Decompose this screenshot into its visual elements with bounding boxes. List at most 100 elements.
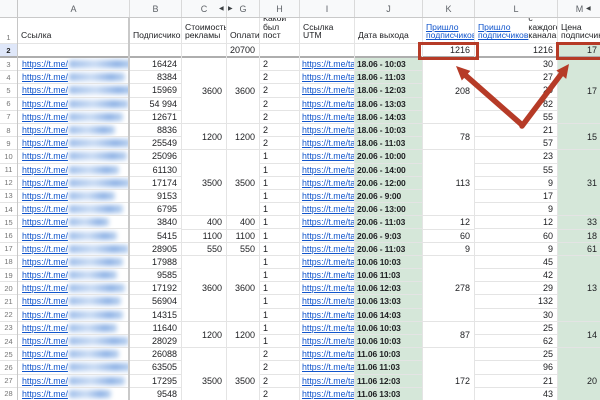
channel-link[interactable]: https://t.me/ bbox=[22, 362, 68, 372]
cell-L5[interactable]: 20 bbox=[475, 84, 557, 98]
utm-link[interactable]: https://t.me/ta bbox=[302, 217, 354, 227]
cell-L17[interactable]: 9 bbox=[475, 243, 557, 256]
channel-link[interactable]: https://t.me/ bbox=[22, 178, 68, 188]
cell-B22[interactable]: 14315 bbox=[130, 309, 181, 322]
utm-link[interactable]: https://t.me/ta bbox=[302, 151, 354, 161]
cell-J10[interactable]: 20.06 - 10:00 bbox=[355, 150, 422, 164]
cell-A17[interactable]: https://t.me/ bbox=[18, 243, 128, 256]
cell-H19[interactable]: 1 bbox=[260, 269, 299, 283]
cell-C8[interactable]: 1200 bbox=[182, 124, 226, 151]
cell-L11[interactable]: 55 bbox=[475, 164, 557, 177]
cell-I27[interactable]: https://t.me/ta bbox=[300, 375, 354, 388]
cell-H8[interactable]: 2 bbox=[260, 124, 299, 138]
cell-J19[interactable]: 10.06 11:03 bbox=[355, 269, 422, 283]
cell-L28[interactable]: 43 bbox=[475, 388, 557, 400]
cell-M17[interactable]: 61 bbox=[558, 242, 600, 256]
channel-link[interactable]: https://t.me/ bbox=[22, 191, 68, 201]
utm-link[interactable]: https://t.me/ta bbox=[302, 204, 354, 214]
cell-A3[interactable]: https://t.me/ bbox=[18, 58, 128, 72]
channel-link[interactable]: https://t.me/ bbox=[22, 376, 68, 386]
cell-I7[interactable]: https://t.me/ta bbox=[300, 111, 354, 124]
cell-M8[interactable]: 15 bbox=[558, 124, 600, 151]
cell-H25[interactable]: 2 bbox=[260, 348, 299, 362]
cell-L23[interactable]: 25 bbox=[475, 322, 557, 335]
utm-link[interactable]: https://t.me/ta bbox=[302, 323, 354, 333]
cell-I24[interactable]: https://t.me/ta bbox=[300, 335, 354, 349]
cell-I21[interactable]: https://t.me/ta bbox=[300, 295, 354, 309]
cell-A15[interactable]: https://t.me/ bbox=[18, 216, 128, 230]
cell-I19[interactable]: https://t.me/ta bbox=[300, 269, 354, 283]
row-header-8[interactable]: 8 bbox=[0, 124, 17, 138]
cell-L7[interactable]: 55 bbox=[475, 111, 557, 124]
cell-K8[interactable]: 78 bbox=[423, 124, 474, 151]
cell-I6[interactable]: https://t.me/ta bbox=[300, 98, 354, 111]
row-header-21[interactable]: 21 bbox=[0, 295, 17, 309]
header-cell-I1[interactable]: Ссылка UTM bbox=[300, 18, 354, 44]
cell-I5[interactable]: https://t.me/ta bbox=[300, 84, 354, 98]
channel-link[interactable]: https://t.me/ bbox=[22, 270, 68, 280]
cell-A24[interactable]: https://t.me/ bbox=[18, 335, 128, 349]
cell-H28[interactable]: 2 bbox=[260, 388, 299, 400]
cell-I8[interactable]: https://t.me/ta bbox=[300, 124, 354, 138]
cell-J15[interactable]: 20.06 - 11:03 bbox=[355, 216, 422, 230]
cell-B25[interactable]: 26088 bbox=[130, 348, 181, 362]
cell-L8[interactable]: 21 bbox=[475, 124, 557, 138]
cell-I10[interactable]: https://t.me/ta bbox=[300, 150, 354, 164]
cell-J23[interactable]: 10.06 10:03 bbox=[355, 321, 422, 335]
cell-H2[interactable] bbox=[260, 44, 299, 58]
row-header-17[interactable]: 17 bbox=[0, 243, 17, 256]
row-header-7[interactable]: 7 bbox=[0, 111, 17, 124]
cell-L4[interactable]: 27 bbox=[475, 71, 557, 85]
utm-link[interactable]: https://t.me/ta bbox=[302, 99, 354, 109]
column-header-L[interactable]: L bbox=[475, 0, 558, 17]
cell-B28[interactable]: 9548 bbox=[130, 388, 181, 400]
row-header-4[interactable]: 4 bbox=[0, 71, 17, 85]
cell-I14[interactable]: https://t.me/ta bbox=[300, 203, 354, 217]
cell-H15[interactable]: 1 bbox=[260, 216, 299, 230]
cell-B19[interactable]: 9585 bbox=[130, 269, 181, 283]
cell-J3[interactable]: 18.06 - 10:03 bbox=[355, 58, 422, 72]
cell-J16[interactable]: 20.06 - 9:03 bbox=[355, 229, 422, 243]
utm-link[interactable]: https://t.me/ta bbox=[302, 389, 354, 399]
utm-link[interactable]: https://t.me/ta bbox=[302, 231, 354, 241]
cell-C2[interactable] bbox=[182, 44, 226, 58]
cell-B21[interactable]: 56904 bbox=[130, 295, 181, 309]
cell-I18[interactable]: https://t.me/ta bbox=[300, 256, 354, 269]
cell-A7[interactable]: https://t.me/ bbox=[18, 111, 128, 124]
column-header-K[interactable]: K bbox=[423, 0, 475, 17]
cell-M16[interactable]: 18 bbox=[558, 229, 600, 243]
cell-A8[interactable]: https://t.me/ bbox=[18, 124, 128, 138]
row-header-26[interactable]: 26 bbox=[0, 361, 17, 375]
channel-link[interactable]: https://t.me/ bbox=[22, 165, 68, 175]
row-header-19[interactable]: 19 bbox=[0, 269, 17, 283]
column-header-H[interactable]: H bbox=[260, 0, 300, 17]
cell-H7[interactable]: 2 bbox=[260, 111, 299, 124]
cell-J21[interactable]: 10.06 13:03 bbox=[355, 295, 422, 309]
channel-link[interactable]: https://t.me/ bbox=[22, 125, 68, 135]
cell-J27[interactable]: 11.06 12:03 bbox=[355, 374, 422, 388]
cell-B15[interactable]: 3840 bbox=[130, 216, 181, 230]
cell-L6[interactable]: 82 bbox=[475, 98, 557, 111]
cell-B20[interactable]: 17192 bbox=[130, 282, 181, 296]
utm-link[interactable]: https://t.me/ta bbox=[302, 138, 354, 148]
column-header-B[interactable]: B bbox=[130, 0, 182, 17]
cell-L22[interactable]: 30 bbox=[475, 309, 557, 322]
utm-link[interactable]: https://t.me/ta bbox=[302, 349, 354, 359]
utm-link[interactable]: https://t.me/ta bbox=[302, 270, 354, 280]
cell-I22[interactable]: https://t.me/ta bbox=[300, 309, 354, 322]
cell-I12[interactable]: https://t.me/ta bbox=[300, 177, 354, 190]
cell-B10[interactable]: 25096 bbox=[130, 150, 181, 164]
utm-link[interactable]: https://t.me/ta bbox=[302, 244, 354, 254]
cell-J5[interactable]: 18.06 - 12:03 bbox=[355, 84, 422, 98]
channel-link[interactable]: https://t.me/ bbox=[22, 349, 68, 359]
cell-H23[interactable]: 1 bbox=[260, 322, 299, 335]
cell-A27[interactable]: https://t.me/ bbox=[18, 375, 128, 388]
cell-M3[interactable]: 17 bbox=[558, 58, 600, 124]
cell-H11[interactable]: 1 bbox=[260, 164, 299, 177]
cell-L19[interactable]: 42 bbox=[475, 269, 557, 283]
cell-L20[interactable]: 29 bbox=[475, 282, 557, 296]
cell-L14[interactable]: 9 bbox=[475, 203, 557, 217]
hidden-columns-icon[interactable]: ◀ bbox=[586, 5, 591, 13]
cell-M10[interactable]: 31 bbox=[558, 150, 600, 217]
channel-link[interactable]: https://t.me/ bbox=[22, 204, 68, 214]
